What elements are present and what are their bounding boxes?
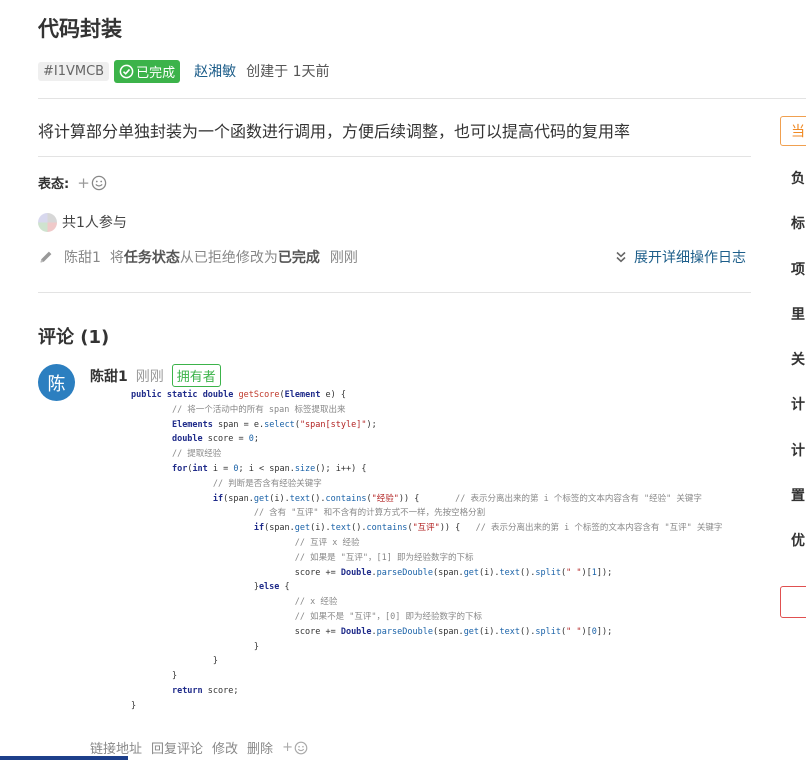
code-line: } [131, 671, 178, 682]
comment-header: 陈甜1 刚刚 拥有者 [90, 364, 221, 387]
code-line: // x 经验 [294, 597, 338, 608]
avatar[interactable]: 陈 [38, 364, 75, 401]
delete-button[interactable]: 删除 [247, 738, 273, 757]
code-line: score += Double.parseDouble(span.get(i).… [131, 567, 613, 578]
comment-author[interactable]: 陈甜1 [90, 366, 128, 386]
created-time: 创建于 1天前 [246, 64, 330, 80]
code-line: } [131, 641, 259, 652]
code-line: // 判断是否含有经验关键字 [212, 478, 322, 489]
sidebar-item[interactable]: 置 [791, 485, 805, 505]
owner-badge: 拥有者 [171, 364, 221, 387]
divider [38, 292, 751, 293]
add-reaction-button[interactable]: + [77, 174, 107, 192]
plus-icon: + [77, 173, 90, 192]
add-reaction-button[interactable]: + [282, 740, 308, 755]
sidebar-item[interactable]: 里 [791, 304, 805, 324]
activity-to: 已完成 [277, 250, 320, 266]
code-line: } [131, 656, 218, 667]
code-line: }else { [131, 582, 290, 593]
activity-from: 从已拒绝修改为 [179, 250, 278, 266]
sidebar-item[interactable]: 项 [791, 259, 805, 279]
sidebar-item[interactable]: 计 [791, 394, 805, 414]
author-link[interactable]: 赵湘敏 [194, 61, 236, 81]
participants-row: 共1人参与 [38, 212, 127, 232]
comment-time: 刚刚 [135, 368, 164, 385]
sidebar-action-button[interactable]: 当 [780, 116, 806, 146]
task-description: 将计算部分单独封装为一个函数进行调用，方便后续调整，也可以提高代码的复用率 [38, 122, 631, 141]
sidebar-item[interactable]: 标 [791, 213, 805, 233]
code-line: // 提取经验 [171, 449, 222, 460]
code-line: // 如果不是 "互评"，[0] 即为经验数字的下标 [294, 611, 482, 622]
code-line: } [131, 700, 137, 711]
smiley-icon [294, 741, 308, 754]
activity-action-prefix: 将 [109, 250, 124, 266]
divider [38, 156, 751, 157]
activity-user[interactable]: 陈甜1 [64, 247, 101, 267]
expand-log-label: 展开详细操作日志 [634, 250, 746, 266]
sidebar-item[interactable]: 优 [791, 530, 805, 550]
comment-code-block: public static double getScore(Element e)… [131, 388, 801, 714]
divider [38, 98, 806, 99]
code-line: // 含有 "互评" 和不含有的计算方式不一样，先按空格分割 [253, 508, 486, 519]
code-line: double score = 0; [171, 434, 259, 445]
comment-actions: 链接地址 回复评论 修改 删除 + [90, 738, 317, 757]
reply-button[interactable]: 回复评论 [151, 738, 203, 757]
edit-button[interactable]: 修改 [212, 738, 238, 757]
expand-log-link[interactable]: 展开详细操作日志 [614, 247, 746, 267]
check-circle-icon [119, 64, 134, 78]
task-meta: #I1VMCB 已完成 赵湘敏 创建于 1天前 [38, 59, 329, 83]
code-line: public static double getScore(Element e)… [131, 390, 347, 400]
code-line: if(span.get(i).text().contains("经验")) { … [212, 493, 702, 504]
activity-field: 任务状态 [123, 250, 180, 266]
participant-avatar[interactable] [38, 212, 57, 232]
code-line: // 将一个活动中的所有 span 标签提取出来 [171, 404, 346, 415]
code-line: for(int i = 0; i < span.size(); i++) { [171, 463, 367, 474]
code-line: Elements span = e.select("span[style]"); [171, 419, 377, 430]
status-badge[interactable]: 已完成 [114, 59, 181, 83]
task-title: 代码封装 [38, 17, 122, 41]
code-line: return score; [171, 685, 239, 696]
code-line: if(span.get(i).text().contains("互评")) { … [253, 523, 723, 534]
reactions-label: 表态: [38, 177, 70, 192]
sidebar-item[interactable]: 负 [791, 168, 805, 188]
reactions-row: 表态: + [38, 173, 107, 192]
task-id-badge[interactable]: #I1VMCB [38, 61, 110, 81]
comments-title: 评论 (1) [38, 327, 110, 348]
double-chevron-down-icon [616, 251, 626, 263]
scroll-indicator [0, 756, 128, 760]
participants-count: 共1人参与 [62, 215, 127, 231]
sidebar-item[interactable]: 计 [791, 440, 805, 460]
sidebar-danger-button[interactable] [780, 586, 806, 618]
activity-time: 刚刚 [329, 250, 358, 266]
copy-link-button[interactable]: 链接地址 [90, 738, 142, 757]
smiley-icon [91, 175, 107, 190]
code-line: score += Double.parseDouble(span.get(i).… [131, 626, 613, 637]
code-line: // 互评 x 经验 [294, 537, 360, 548]
activity-entry: 陈甜1 将 任务状态 从已拒绝修改为 已完成 刚刚 [38, 247, 358, 267]
sidebar-item[interactable]: 关 [791, 349, 805, 369]
pencil-icon [40, 251, 52, 263]
code-line: // 如果是 "互评"，[1] 即为经验数字的下标 [294, 552, 474, 563]
plus-icon: + [282, 740, 293, 755]
status-label: 已完成 [136, 65, 176, 81]
